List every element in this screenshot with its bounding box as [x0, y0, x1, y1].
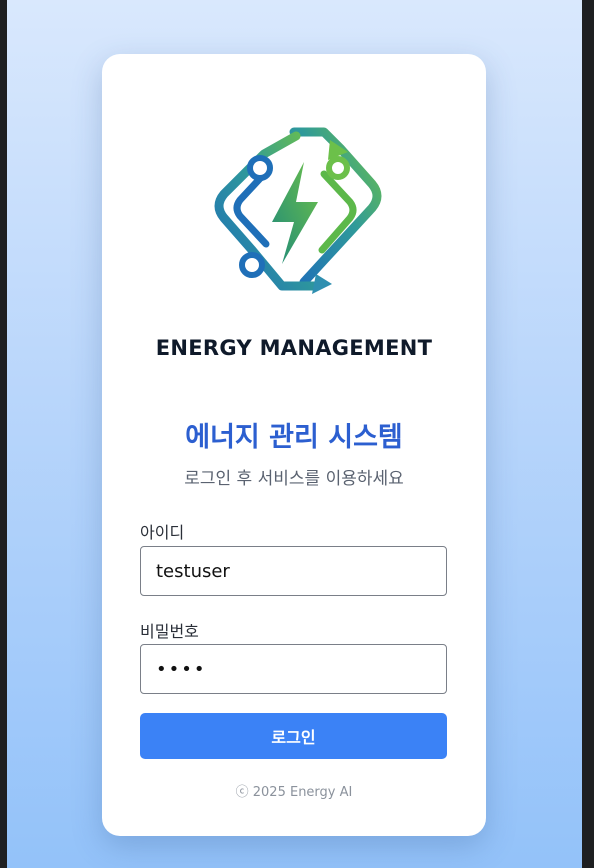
password-input[interactable]	[140, 644, 447, 694]
login-button[interactable]: 로그인	[140, 713, 447, 759]
logo	[102, 124, 486, 294]
id-label: 아이디	[140, 523, 185, 542]
page-background: ENERGY MANAGEMENT 에너지 관리 시스템 로그인 후 서비스를 …	[7, 0, 582, 868]
login-card: ENERGY MANAGEMENT 에너지 관리 시스템 로그인 후 서비스를 …	[102, 54, 486, 836]
app-frame: ENERGY MANAGEMENT 에너지 관리 시스템 로그인 후 서비스를 …	[0, 0, 594, 868]
page-subtitle: 로그인 후 서비스를 이용하세요	[184, 469, 404, 489]
copyright-footer: ⓒ 2025 Energy AI	[235, 785, 353, 800]
page-title: 에너지 관리 시스템	[185, 422, 403, 453]
password-label: 비밀번호	[140, 622, 199, 641]
brand-name: ENERGY MANAGEMENT	[155, 336, 433, 360]
energy-lightning-cycle-icon	[214, 127, 382, 294]
id-input[interactable]	[140, 546, 447, 596]
